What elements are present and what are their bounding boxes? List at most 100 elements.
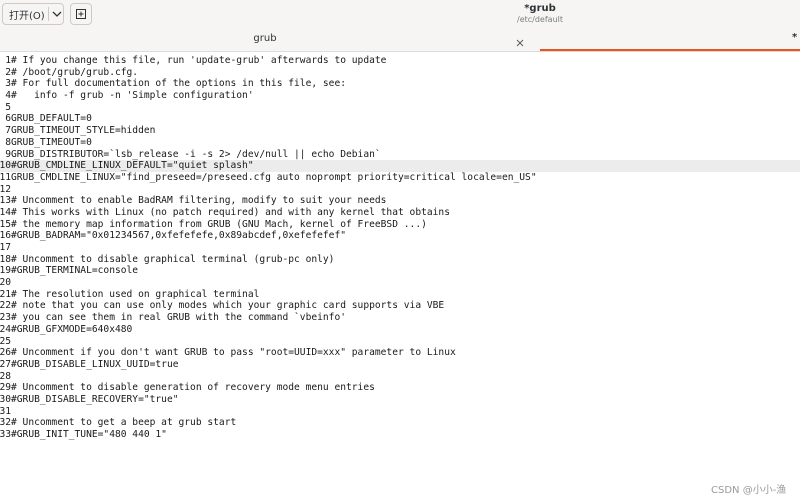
line-number: 13	[0, 195, 11, 207]
close-icon[interactable]	[514, 34, 526, 47]
line-number: 7	[5, 125, 11, 137]
line-number: 31	[0, 405, 11, 417]
open-button[interactable]: 打开(O)	[2, 3, 64, 25]
line-number: 25	[0, 335, 11, 347]
line-text: #GRUB_BADRAM="0x01234567,0xfefefefe,0x89…	[11, 230, 347, 242]
code-line[interactable]: 25	[0, 336, 800, 348]
line-text: # note that you can use only modes which…	[11, 300, 445, 312]
line-number: 14	[0, 206, 11, 218]
line-number: 16	[0, 230, 11, 242]
line-number: 10	[0, 160, 11, 172]
tab-label: grub	[253, 33, 277, 44]
line-text: GRUB_TIMEOUT=0	[11, 136, 92, 148]
text-editor[interactable]: 1 # If you change this file, run 'update-…	[0, 52, 800, 500]
code-line[interactable]: 20	[0, 277, 800, 289]
code-line[interactable]: 15 # the memory map information from GRUB…	[0, 219, 800, 231]
line-text: # If you change this file, run 'update-g…	[11, 55, 387, 66]
line-text: GRUB_TIMEOUT_STYLE=hidden	[11, 125, 156, 137]
code-line[interactable]: 16 #GRUB_BADRAM="0x01234567,0xfefefefe,0x…	[0, 230, 800, 242]
code-line[interactable]: 26 # Uncomment if you don't want GRUB to …	[0, 347, 800, 359]
line-text: #GRUB_DISABLE_LINUX_UUID=true	[11, 358, 179, 370]
line-number: 5	[5, 101, 11, 113]
open-button-divider	[48, 7, 49, 21]
code-line[interactable]: 17	[0, 242, 800, 254]
line-text: # the memory map information from GRUB (…	[11, 218, 427, 230]
code-line[interactable]: 19 #GRUB_TERMINAL=console	[0, 265, 800, 277]
line-text: #GRUB_DISABLE_RECOVERY="true"	[11, 393, 179, 405]
line-number: 27	[0, 358, 11, 370]
chevron-down-icon[interactable]	[50, 6, 64, 22]
code-line[interactable]: 33 #GRUB_INIT_TUNE="480 440 1"	[0, 429, 800, 441]
code-line[interactable]: 23 # you can see them in real GRUB with t…	[0, 312, 800, 324]
code-line[interactable]: 10 #GRUB_CMDLINE_LINUX_DEFAULT="quiet spl…	[0, 160, 800, 172]
line-number: 2	[5, 66, 11, 78]
line-text: GRUB_DISTRIBUTOR=`lsb_release -i -s 2> /…	[11, 148, 381, 160]
line-number: 8	[5, 136, 11, 148]
line-text: #GRUB_GFXMODE=640x480	[11, 323, 133, 335]
watermark: CSDN @小小-渔	[711, 485, 787, 496]
code-line[interactable]: 6 GRUB_DEFAULT=0	[0, 113, 800, 125]
line-text: # info -f grub -n 'Simple configuration'	[11, 90, 254, 102]
code-line[interactable]: 14 # This works with Linux (no patch requ…	[0, 207, 800, 219]
line-number: 1	[5, 55, 11, 66]
line-number: 15	[0, 218, 11, 230]
line-text: GRUB_DEFAULT=0	[11, 113, 92, 125]
line-number: 9	[5, 148, 11, 160]
code-line[interactable]: 9 GRUB_DISTRIBUTOR=`lsb_release -i -s 2> …	[0, 149, 800, 161]
line-number: 30	[0, 393, 11, 405]
code-line[interactable]: 3 # For full documentation of the options…	[0, 78, 800, 90]
line-number: 18	[0, 253, 11, 265]
line-text: # Uncomment to enable BadRAM filtering, …	[11, 195, 387, 207]
code-line[interactable]: 27 #GRUB_DISABLE_LINUX_UUID=true	[0, 359, 800, 371]
code-line[interactable]: 4 # info -f grub -n 'Simple configuration…	[0, 90, 800, 102]
line-number: 26	[0, 347, 11, 359]
code-line[interactable]: 18 # Uncomment to disable graphical termi…	[0, 254, 800, 266]
tab-grub[interactable]: grub	[0, 28, 538, 52]
code-line[interactable]: 21 # The resolution used on graphical ter…	[0, 289, 800, 301]
line-number: 4	[5, 90, 11, 102]
header-bar: 打开(O) *grub /etc/default	[0, 0, 800, 28]
code-line[interactable]: 22 # note that you can use only modes whi…	[0, 300, 800, 312]
code-line[interactable]: 13 # Uncomment to enable BadRAM filtering…	[0, 195, 800, 207]
line-number: 32	[0, 417, 11, 429]
code-line[interactable]: 32 # Uncomment to get a beep at grub star…	[0, 417, 800, 429]
code-line[interactable]: 8 GRUB_TIMEOUT=0	[0, 137, 800, 149]
line-text: # Uncomment to disable generation of rec…	[11, 382, 375, 394]
line-text: GRUB_CMDLINE_LINUX="find_preseed=/presee…	[11, 171, 537, 183]
code-line[interactable]: 12	[0, 184, 800, 196]
line-text: # /boot/grub/grub.cfg.	[11, 66, 139, 78]
code-line[interactable]: 1 # If you change this file, run 'update-…	[0, 55, 800, 67]
code-line[interactable]: 29 # Uncomment to disable generation of r…	[0, 382, 800, 394]
line-text: # Uncomment if you don't want GRUB to pa…	[11, 347, 456, 359]
code-line[interactable]: 2 # /boot/grub/grub.cfg.	[0, 67, 800, 79]
line-text: # This works with Linux (no patch requir…	[11, 206, 450, 218]
code-line[interactable]: 11 GRUB_CMDLINE_LINUX="find_preseed=/pres…	[0, 172, 800, 184]
line-number: 17	[0, 242, 11, 253]
line-number: 24	[0, 323, 11, 335]
tab-bar: grub *	[0, 28, 800, 52]
code-line[interactable]: 24 #GRUB_GFXMODE=640x480	[0, 324, 800, 336]
line-number: 19	[0, 265, 11, 277]
line-number: 20	[0, 277, 11, 289]
line-number: 6	[5, 113, 11, 125]
line-text: # Uncomment to disable graphical termina…	[11, 253, 335, 265]
code-line[interactable]: 31	[0, 406, 800, 418]
new-document-button[interactable]	[70, 3, 92, 25]
code-line[interactable]: 30 #GRUB_DISABLE_RECOVERY="true"	[0, 394, 800, 406]
line-text: # you can see them in real GRUB with the…	[11, 312, 347, 324]
code-line[interactable]: 7 GRUB_TIMEOUT_STYLE=hidden	[0, 125, 800, 137]
line-number: 33	[0, 429, 11, 440]
tab-overflow-label[interactable]: *	[792, 32, 797, 43]
line-number: 23	[0, 312, 11, 324]
code-line[interactable]: 5	[0, 102, 800, 114]
line-text: # The resolution used on graphical termi…	[11, 288, 260, 300]
open-button-label: 打开(O)	[9, 10, 45, 22]
editor-lines: 1 # If you change this file, run 'update-…	[0, 55, 800, 441]
code-line[interactable]: 28	[0, 371, 800, 383]
line-text: #GRUB_TERMINAL=console	[11, 265, 139, 277]
line-text: #GRUB_INIT_TUNE="480 440 1"	[11, 429, 167, 440]
window-subtitle: /etc/default	[517, 15, 563, 24]
line-text: # For full documentation of the options …	[11, 78, 347, 90]
line-number: 29	[0, 382, 11, 394]
line-number: 3	[5, 78, 11, 90]
